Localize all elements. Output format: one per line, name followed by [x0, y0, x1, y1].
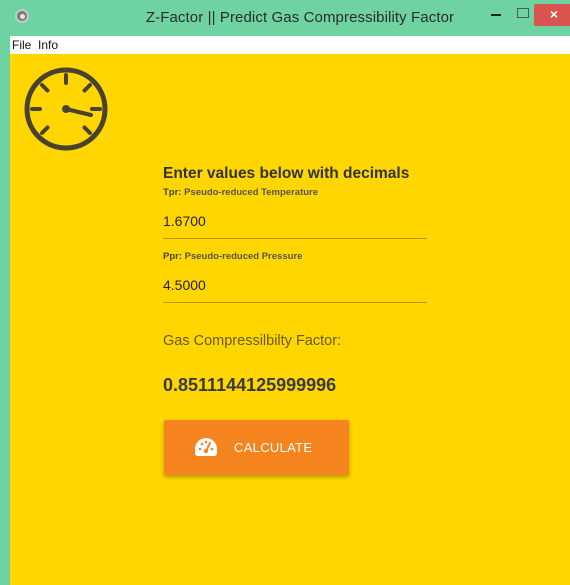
menu-info[interactable]: Info [38, 38, 58, 52]
maximize-button[interactable] [513, 4, 533, 26]
calculate-button[interactable]: CALCULATE [164, 420, 349, 475]
tpr-label-text: Pseudo-reduced Temperature [184, 187, 319, 198]
minimize-icon [491, 14, 501, 16]
app-window: Z-Factor || Predict Gas Compressibility … [0, 0, 570, 585]
main-content: Enter values below with decimals Tpr: Ps… [10, 54, 570, 585]
tpr-label: Tpr: Pseudo-reduced Temperature [163, 187, 318, 198]
minimize-button[interactable] [484, 4, 508, 26]
ppr-abbr: Ppr: [163, 251, 182, 262]
gauge-icon [24, 67, 108, 151]
ppr-label-text: Pseudo-reduced Pressure [184, 251, 303, 262]
speedometer-icon [195, 438, 217, 456]
menu-file[interactable]: File [12, 38, 31, 52]
menu-bar: File Info [10, 36, 570, 54]
tpr-input[interactable]: 1.6700 [163, 213, 427, 239]
tpr-abbr: Tpr: [163, 187, 182, 198]
close-button[interactable]: × [534, 4, 570, 26]
form-heading: Enter values below with decimals [163, 165, 410, 182]
result-label: Gas Compressilbilty Factor: [163, 333, 342, 349]
title-bar[interactable]: Z-Factor || Predict Gas Compressibility … [10, 0, 570, 36]
ppr-input[interactable]: 4.5000 [163, 277, 427, 303]
calculate-label: CALCULATE [234, 440, 313, 455]
maximize-icon [517, 8, 529, 18]
close-icon: × [549, 6, 559, 22]
ppr-label: Ppr: Pseudo-reduced Pressure [163, 251, 302, 262]
result-value: 0.8511144125999996 [163, 375, 337, 395]
